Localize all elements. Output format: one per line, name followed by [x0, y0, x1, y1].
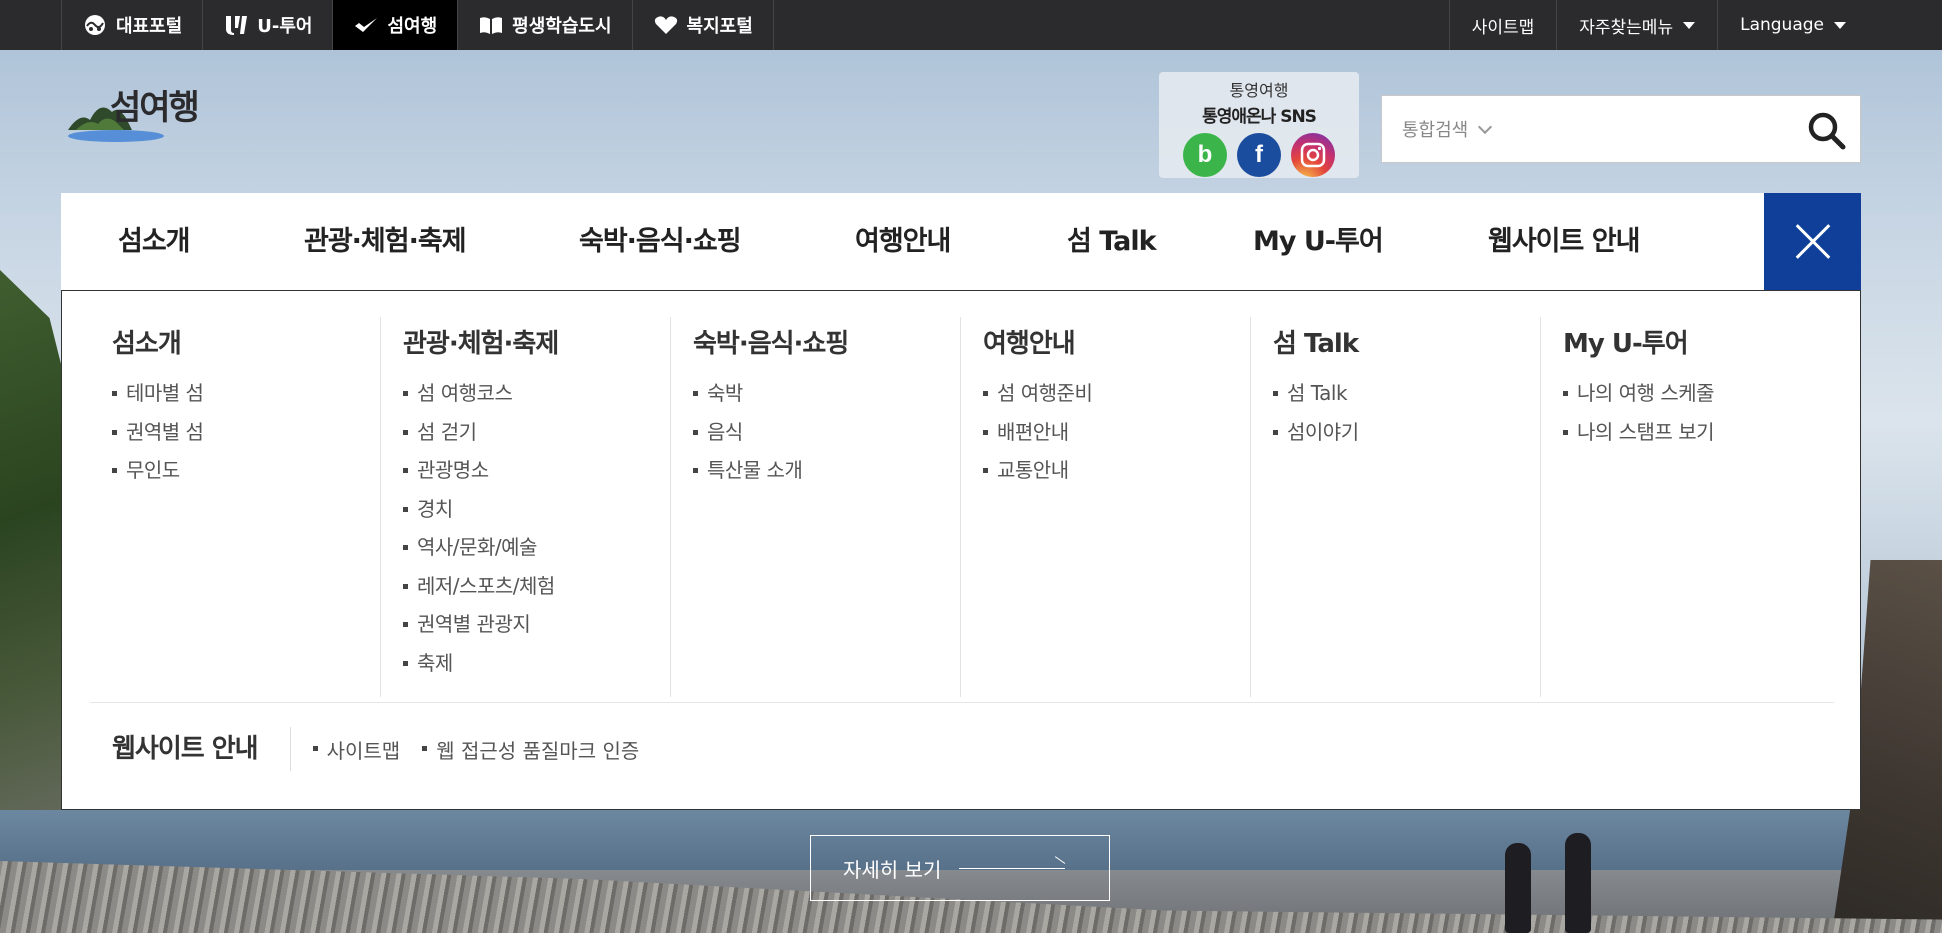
portal-tab-label: 대표포털: [116, 16, 183, 37]
accessibility-mark-link[interactable]: 웹 접근성 품질마크 인증: [422, 735, 639, 764]
mega-col-title[interactable]: 섬 Talk: [1273, 323, 1540, 360]
main-nav: 섬소개 관광·체험·축제 숙박·음식·쇼핑 여행안내 섬 Talk My U-투…: [61, 193, 1861, 290]
mega-link[interactable]: 섬이야기: [1273, 413, 1540, 452]
portal-icon: [85, 15, 105, 35]
blog-glyph: b: [1197, 141, 1213, 168]
mega-link[interactable]: 경치: [403, 490, 670, 529]
mega-link[interactable]: 축제: [403, 644, 670, 683]
mega-col-my-utour: My U-투어 나의 여행 스케줄 나의 스탬프 보기: [1540, 317, 1830, 697]
nav-item-my-utour[interactable]: My U-투어: [1253, 193, 1384, 290]
mega-link[interactable]: 권역별 관광지: [403, 605, 670, 644]
sitemap-menu-link[interactable]: 사이트맵: [312, 735, 400, 764]
mega-link[interactable]: 테마별 섬: [112, 374, 380, 413]
top-bar: 대표포털 U-투어 섬여행 평생학습도시 복지포털 사이트맵 자주찾는메뉴 La…: [0, 0, 1942, 50]
portal-tab-learning[interactable]: 평생학습도시: [457, 0, 631, 50]
heart-icon: [654, 16, 677, 34]
mega-link[interactable]: 나의 스탬프 보기: [1563, 413, 1830, 452]
sitemap-link[interactable]: 사이트맵: [1448, 0, 1557, 50]
mega-link[interactable]: 특산물 소개: [693, 451, 960, 490]
instagram-glyph: [1300, 142, 1326, 168]
search-input[interactable]: [1512, 108, 1772, 152]
portal-tab-label: 평생학습도시: [512, 16, 612, 37]
mega-link[interactable]: 교통안내: [983, 451, 1250, 490]
mega-menu: 섬소개 테마별 섬 권역별 섬 무인도 관광·체험·축제 섬 여행코스 섬 걷기…: [61, 290, 1861, 810]
facebook-glyph: f: [1255, 141, 1263, 168]
bird-icon: [355, 18, 378, 32]
mega-col-island-intro: 섬소개 테마별 섬 권역별 섬 무인도: [90, 317, 380, 697]
utour-icon: [226, 16, 248, 35]
portal-tab-label: 복지포털: [686, 16, 753, 37]
mega-col-stay-food: 숙박·음식·쇼핑 숙박 음식 특산물 소개: [670, 317, 960, 697]
mega-link[interactable]: 숙박: [693, 374, 960, 413]
website-guide-title[interactable]: 웹사이트 안내: [112, 727, 291, 771]
divider: [90, 702, 1834, 703]
mega-link[interactable]: 섬 Talk: [1273, 374, 1540, 413]
website-guide-row: 웹사이트 안내 사이트맵 웹 접근성 품질마크 인증: [112, 727, 639, 771]
nav-item-island-talk[interactable]: 섬 Talk: [1067, 193, 1157, 290]
nav-item-island-intro[interactable]: 섬소개: [118, 193, 191, 290]
mega-link[interactable]: 섬 걷기: [403, 413, 670, 452]
sns-title: 통영애온나 SNS: [1202, 107, 1317, 127]
portal-tabs: 대표포털 U-투어 섬여행 평생학습도시 복지포털: [61, 0, 774, 50]
language-dropdown[interactable]: Language: [1717, 0, 1942, 50]
mega-link[interactable]: 권역별 섬: [112, 413, 380, 452]
language-label: Language: [1740, 15, 1824, 35]
portal-tab-island[interactable]: 섬여행: [332, 0, 458, 50]
portal-tab-utour[interactable]: U-투어: [202, 0, 332, 50]
mega-col-travel-guide: 여행안내 섬 여행준비 배편안내 교통안내: [960, 317, 1250, 697]
mega-col-title[interactable]: 섬소개: [112, 323, 380, 360]
view-more-label: 자세히 보기: [843, 857, 942, 882]
sitemap-label: 사이트맵: [1471, 17, 1535, 38]
mega-link[interactable]: 섬 여행코스: [403, 374, 670, 413]
search-box: 통합검색: [1381, 95, 1861, 163]
mega-link[interactable]: 음식: [693, 413, 960, 452]
nav-item-website-guide[interactable]: 웹사이트 안내: [1488, 193, 1640, 290]
menu-close-button[interactable]: [1764, 193, 1861, 290]
mega-col-title[interactable]: 여행안내: [983, 323, 1250, 360]
facebook-icon[interactable]: f: [1237, 133, 1281, 177]
portal-tab-welfare[interactable]: 복지포털: [631, 0, 774, 50]
person-silhouette: [1505, 843, 1531, 933]
nav-item-tourism[interactable]: 관광·체험·축제: [304, 193, 467, 290]
mega-col-island-talk: 섬 Talk 섬 Talk 섬이야기: [1250, 317, 1540, 697]
mega-link[interactable]: 배편안내: [983, 413, 1250, 452]
instagram-icon[interactable]: [1291, 133, 1335, 177]
chevron-down-icon: [1478, 119, 1493, 135]
portal-tab-label: U-투어: [257, 16, 313, 37]
caret-down-icon: [1834, 21, 1846, 29]
blog-icon[interactable]: b: [1183, 133, 1227, 177]
sns-icons: b f: [1159, 133, 1359, 177]
nav-item-travel-guide[interactable]: 여행안내: [855, 193, 951, 290]
mega-col-tourism: 관광·체험·축제 섬 여행코스 섬 걷기 관광명소 경치 역사/문화/예술 레저…: [380, 317, 670, 697]
favorite-menu-dropdown[interactable]: 자주찾는메뉴: [1556, 0, 1717, 50]
mega-col-title[interactable]: 숙박·음식·쇼핑: [693, 323, 960, 360]
mega-col-title[interactable]: 관광·체험·축제: [403, 323, 670, 360]
mega-link[interactable]: 무인도: [112, 451, 380, 490]
mega-col-title[interactable]: My U-투어: [1563, 323, 1830, 360]
mega-link[interactable]: 섬 여행준비: [983, 374, 1250, 413]
utility-menu: 사이트맵 자주찾는메뉴 Language: [1448, 0, 1942, 50]
search-scope-label: 통합검색: [1402, 120, 1469, 141]
logo-text: 섬여행: [110, 88, 200, 128]
person-silhouette: [1565, 833, 1591, 933]
sns-box: 통영여행 통영애온나 SNS b f: [1159, 72, 1359, 178]
favorite-menu-label: 자주찾는메뉴: [1579, 17, 1674, 38]
search-scope-select[interactable]: 통합검색: [1402, 116, 1493, 142]
view-more-button[interactable]: 자세히 보기: [810, 835, 1110, 901]
search-icon[interactable]: [1804, 108, 1848, 152]
mega-link[interactable]: 나의 여행 스케줄: [1563, 374, 1830, 413]
book-icon: [480, 17, 503, 34]
mega-menu-columns: 섬소개 테마별 섬 권역별 섬 무인도 관광·체험·축제 섬 여행코스 섬 걷기…: [90, 317, 1834, 697]
sns-subtitle: 통영여행: [1229, 81, 1289, 100]
portal-tab-main[interactable]: 대표포털: [61, 0, 202, 50]
caret-down-icon: [1683, 21, 1696, 29]
portal-tab-label: 섬여행: [387, 16, 438, 37]
mega-link[interactable]: 레저/스포츠/체험: [403, 567, 670, 606]
mega-link[interactable]: 역사/문화/예술: [403, 528, 670, 567]
site-logo[interactable]: 섬여행: [66, 78, 206, 148]
mega-link[interactable]: 관광명소: [403, 451, 670, 490]
arrow-right-icon: [959, 867, 1066, 869]
nav-item-stay-food[interactable]: 숙박·음식·쇼핑: [579, 193, 742, 290]
